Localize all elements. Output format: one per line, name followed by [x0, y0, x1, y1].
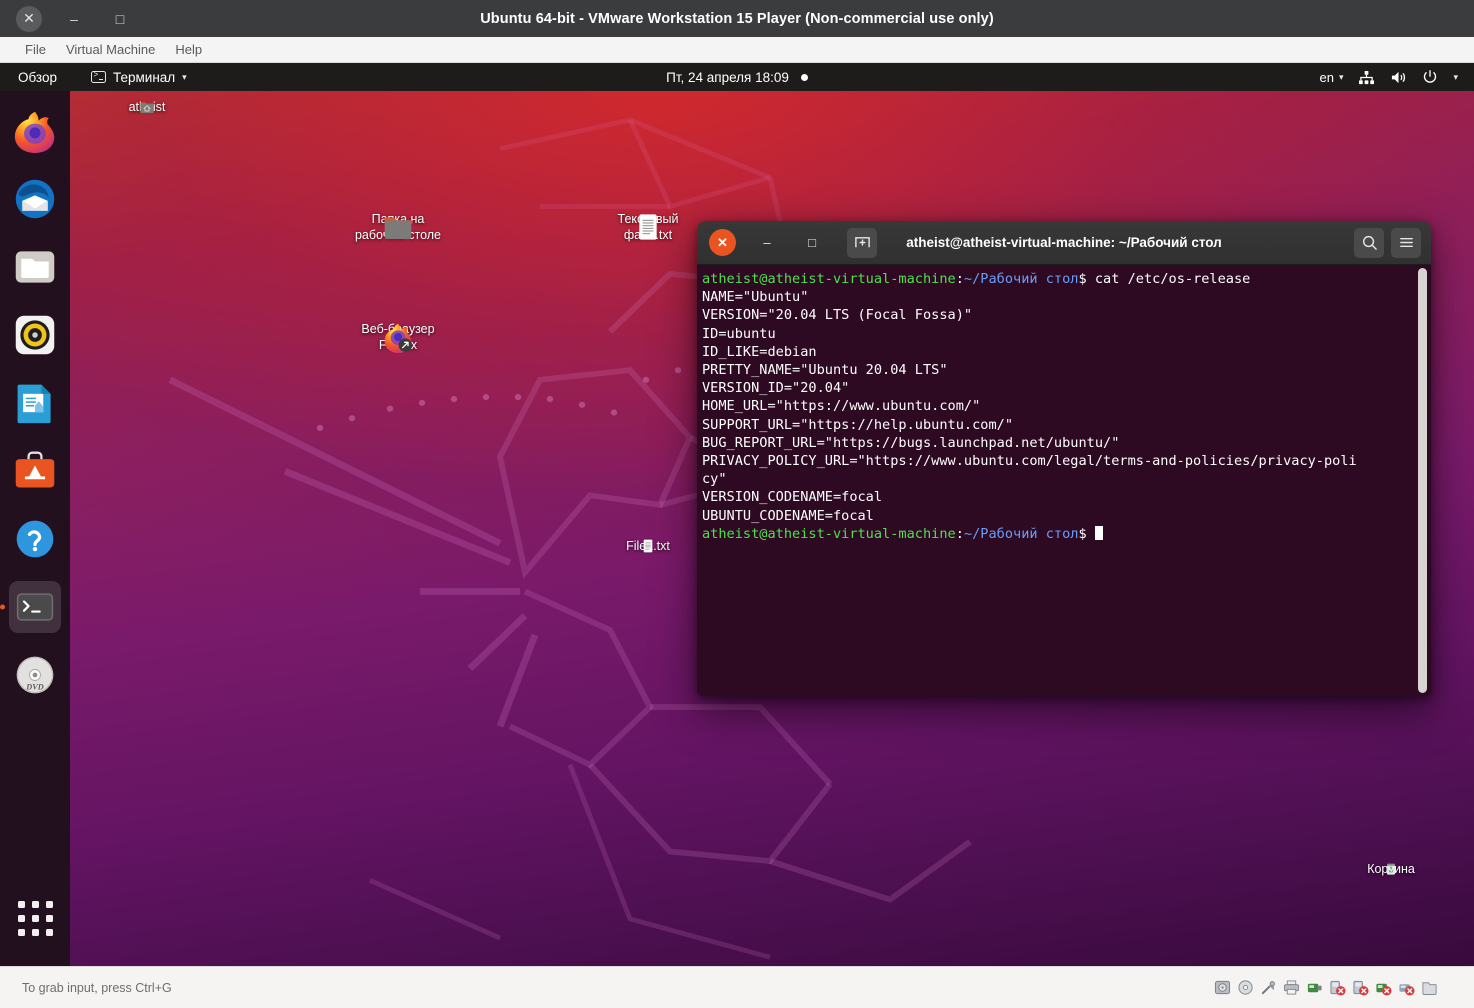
- hamburger-menu-icon: [1399, 238, 1413, 247]
- desktop-icon-desktop-folder[interactable]: Папка на рабочем столе: [344, 211, 452, 243]
- text-file-icon: [639, 214, 657, 240]
- grid-dot: [17, 928, 25, 936]
- terminal-menu-button[interactable]: [1391, 227, 1421, 258]
- terminal-titlebar-actions: [1354, 227, 1421, 258]
- guest-screen: atheist Папка на рабочем столе Тексто: [0, 63, 1474, 966]
- terminal-minimize-button[interactable]: –: [753, 229, 781, 257]
- menu-virtual-machine[interactable]: Virtual Machine: [57, 39, 164, 60]
- home-folder-icon: [140, 102, 155, 113]
- new-tab-icon: [854, 237, 870, 248]
- hard-disk-icon[interactable]: [1214, 979, 1231, 996]
- system-tray: en ▾ ▾: [1319, 69, 1458, 85]
- chevron-down-icon[interactable]: ▾: [1453, 72, 1458, 83]
- keyboard-layout-label: en: [1319, 69, 1334, 85]
- clock-label[interactable]: Пт, 24 апреля 18:09: [666, 70, 789, 85]
- grab-input-hint: To grab input, press Ctrl+G: [22, 980, 172, 995]
- printer-icon[interactable]: [1283, 979, 1300, 996]
- grid-dot: [31, 900, 39, 908]
- vmware-titlebar: ✕ – □ Ubuntu 64-bit - VMware Workstation…: [0, 0, 1474, 37]
- dock-item-firefox[interactable]: [9, 105, 61, 157]
- app-menu-label: Терминал: [113, 69, 176, 85]
- notification-indicator-icon: [800, 73, 808, 81]
- vmware-minimize-button[interactable]: –: [60, 5, 88, 33]
- activities-button[interactable]: Обзор: [18, 70, 57, 85]
- terminal-body[interactable]: atheist@atheist-virtual-machine:~/Рабочи…: [697, 265, 1431, 696]
- usb-disconnected-icon[interactable]: [1352, 979, 1369, 996]
- clock-area: Пт, 24 апреля 18:09: [0, 70, 1474, 85]
- show-applications-button[interactable]: [9, 892, 61, 944]
- share-folder-icon[interactable]: [1421, 979, 1438, 996]
- ubuntu-dock: DVD: [0, 91, 70, 966]
- vmware-maximize-button[interactable]: □: [106, 5, 134, 33]
- app-menu-terminal[interactable]: Терминал ▾: [91, 70, 187, 85]
- cd-dvd-icon[interactable]: [1237, 979, 1254, 996]
- libreoffice-writer-icon: [17, 384, 51, 424]
- grid-dot: [31, 914, 39, 922]
- dock-item-libreoffice-writer[interactable]: [9, 377, 61, 429]
- desktop-icon-text-file[interactable]: Текстовый файл.txt: [594, 211, 702, 243]
- dock-item-ubuntu-software[interactable]: [9, 445, 61, 497]
- folder-icon: [384, 217, 413, 239]
- vmware-menubar: File Virtual Machine Help: [0, 37, 1474, 63]
- vmware-statusbar: To grab input, press Ctrl+G: [0, 966, 1474, 1008]
- grid-dot: [45, 928, 53, 936]
- ubuntu-software-icon: [15, 451, 55, 488]
- vmware-window-title: Ubuntu 64-bit - VMware Workstation 15 Pl…: [480, 10, 994, 27]
- grid-dot: [17, 914, 25, 922]
- keyboard-layout-indicator[interactable]: en ▾: [1319, 70, 1343, 85]
- network-icon[interactable]: [1358, 70, 1375, 85]
- terminal-close-button[interactable]: ✕: [709, 229, 736, 256]
- svg-text:DVD: DVD: [25, 683, 43, 692]
- chevron-down-icon: ▾: [1338, 71, 1344, 82]
- thunderbird-icon: [15, 179, 55, 219]
- menu-help[interactable]: Help: [166, 39, 211, 60]
- volume-icon[interactable]: [1390, 70, 1407, 85]
- terminal-icon: [91, 71, 106, 83]
- dvd-icon: DVD: [16, 656, 54, 694]
- terminal-window: ✕ – □ atheist@atheist-virtual-machine: ~…: [697, 221, 1431, 696]
- files-icon: [15, 251, 55, 283]
- desktop-icon-firefox-launcher[interactable]: Веб-браузер Firefox: [344, 321, 452, 353]
- text-file-icon: [643, 539, 653, 553]
- firefox-icon: [14, 111, 55, 153]
- rhythmbox-icon: [15, 315, 55, 355]
- usb-disconnected-icon[interactable]: [1398, 979, 1415, 996]
- dock-item-files[interactable]: [9, 241, 61, 293]
- grid-dot: [45, 914, 53, 922]
- help-icon: [16, 520, 54, 558]
- dock-item-terminal[interactable]: [9, 581, 61, 633]
- search-icon: [1362, 235, 1377, 250]
- desktop-icon-file1-txt[interactable]: File1.txt: [594, 538, 702, 554]
- network-adapter-icon[interactable]: [1260, 979, 1277, 996]
- vmware-player-window: ✕ – □ Ubuntu 64-bit - VMware Workstation…: [0, 0, 1474, 1008]
- desktop-icon-trash[interactable]: Корзина: [1337, 861, 1445, 877]
- terminal-new-tab-button[interactable]: [847, 227, 877, 258]
- menu-file[interactable]: File: [16, 39, 55, 60]
- terminal-titlebar[interactable]: ✕ – □ atheist@atheist-virtual-machine: ~…: [697, 221, 1431, 265]
- trash-icon: [1387, 863, 1395, 875]
- power-icon[interactable]: [1422, 69, 1438, 85]
- vmware-window-controls: ✕ – □: [16, 5, 134, 33]
- terminal-search-button[interactable]: [1354, 227, 1384, 258]
- dock-item-help[interactable]: [9, 513, 61, 565]
- terminal-icon: [16, 593, 54, 621]
- desktop-icon-home-folder[interactable]: atheist: [93, 99, 201, 115]
- chevron-down-icon: ▾: [182, 71, 187, 82]
- vmware-device-icons: [1214, 979, 1438, 996]
- grid-dot: [45, 900, 53, 908]
- terminal-maximize-button[interactable]: □: [798, 229, 826, 257]
- usb-connected-icon[interactable]: [1306, 979, 1323, 996]
- dock-item-rhythmbox[interactable]: [9, 309, 61, 361]
- terminal-output: atheist@atheist-virtual-machine:~/Рабочи…: [702, 271, 1357, 542]
- firefox-icon: [384, 323, 412, 353]
- vmware-close-button[interactable]: ✕: [16, 5, 42, 32]
- grid-dot: [17, 900, 25, 908]
- ubuntu-top-panel: Обзор Терминал ▾ Пт, 24 апреля 18:09 en …: [0, 63, 1474, 91]
- dock-item-dvd[interactable]: DVD: [9, 649, 61, 701]
- usb-disconnected-icon[interactable]: [1375, 979, 1392, 996]
- dock-item-thunderbird[interactable]: [9, 173, 61, 225]
- grid-dot: [31, 928, 39, 936]
- terminal-scrollbar[interactable]: [1418, 268, 1427, 693]
- usb-disconnected-icon[interactable]: [1329, 979, 1346, 996]
